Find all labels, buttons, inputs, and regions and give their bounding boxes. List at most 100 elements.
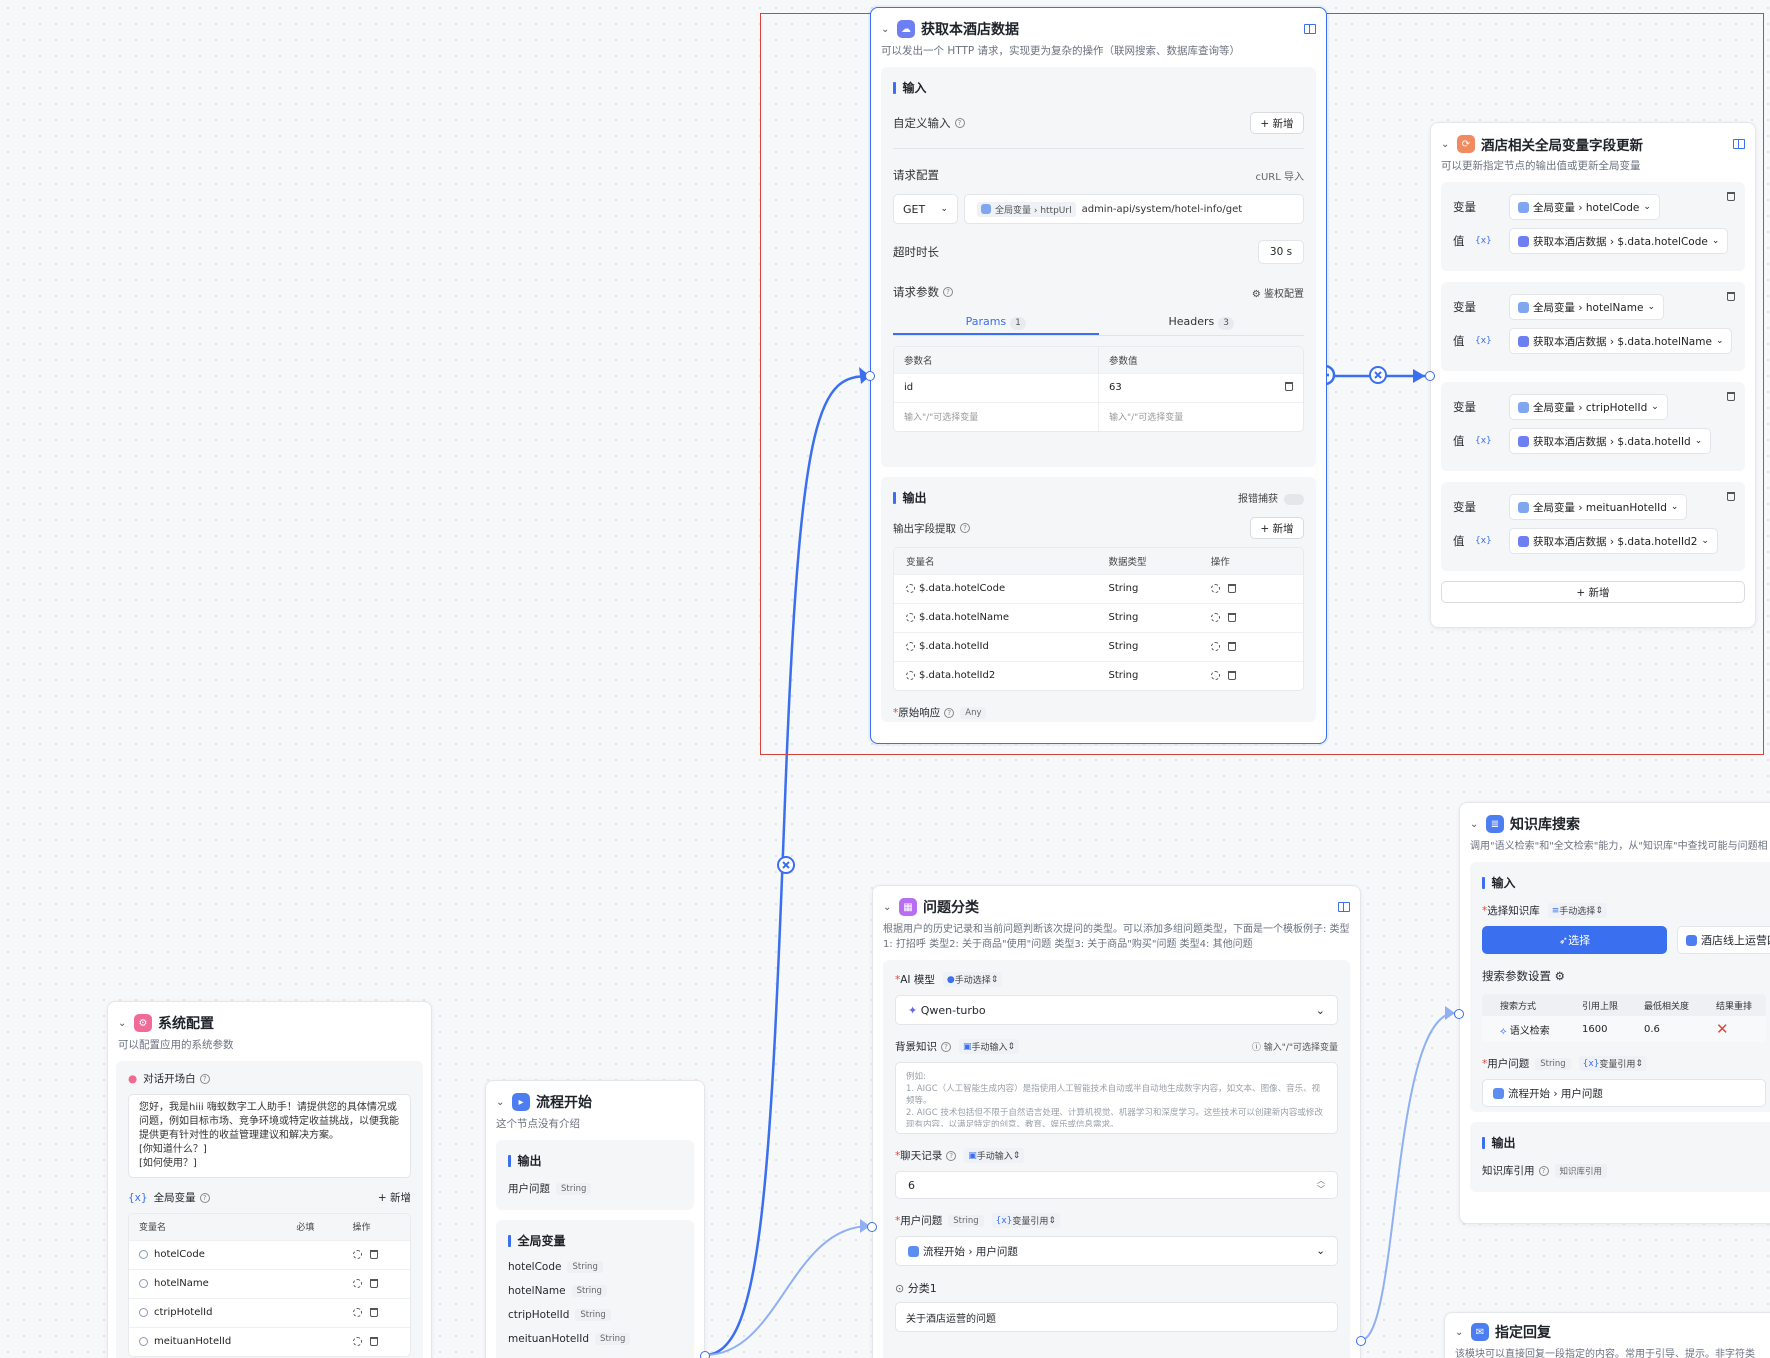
trash-icon[interactable] (1285, 382, 1293, 391)
input-handle[interactable] (865, 371, 875, 381)
collapse-icon[interactable]: ⌄ (118, 1018, 132, 1029)
settings-icon[interactable] (1210, 641, 1220, 651)
settings-icon[interactable] (352, 1249, 362, 1259)
add-button[interactable]: + 新增 (1250, 517, 1304, 539)
param-name-cell[interactable]: id (894, 372, 1099, 402)
var-select[interactable]: 全局变量 › ctripHotelId ⌄ (1509, 394, 1668, 420)
add-variable-button[interactable]: + 新增 (378, 1190, 411, 1205)
trash-icon[interactable] (369, 1336, 378, 1346)
collapse-icon[interactable]: ⌄ (1470, 819, 1484, 830)
kb-search-node[interactable]: ⌄ ≣ 知识库搜索 调用"语义检索"和"全文检索"能力，从"知识库"中查找可能与… (1454, 802, 1770, 1224)
help-icon[interactable]: ? (943, 287, 953, 297)
help-icon[interactable]: ? (199, 1192, 210, 1203)
question-select[interactable]: 流程开始 › 用户问题 (1482, 1079, 1766, 1107)
variable-icon[interactable]: {x} (1475, 336, 1509, 346)
trash-icon[interactable] (369, 1278, 378, 1288)
settings-icon[interactable] (352, 1278, 362, 1288)
input-handle[interactable] (1425, 371, 1435, 381)
question-mode-select[interactable]: {x} 变量引用 ⇕ (1578, 1056, 1647, 1071)
url-input[interactable]: 全局变量 › httpUrl admin-api/system/hotel-in… (964, 194, 1304, 224)
timeout-input[interactable]: 30 s (1258, 240, 1304, 264)
collapse-icon[interactable]: ⌄ (1441, 139, 1455, 150)
trash-icon[interactable] (1227, 670, 1236, 680)
add-button[interactable]: + 新增 (1441, 581, 1745, 603)
history-mode-select[interactable]: ▣ 手动输入 ⇕ (964, 1148, 1025, 1163)
collapse-icon[interactable]: ⌄ (881, 24, 895, 35)
book-icon[interactable] (1304, 24, 1316, 34)
question-mode-select[interactable]: {x} 变量引用 ⇕ (991, 1213, 1060, 1228)
output-handle[interactable] (1356, 1336, 1366, 1346)
history-input[interactable]: 6 ︿ ﹀ (895, 1171, 1338, 1199)
auth-config-button[interactable]: ⚙ 鉴权配置 (1252, 285, 1304, 300)
trash-icon[interactable] (1227, 612, 1236, 622)
trash-icon[interactable] (1727, 392, 1735, 401)
http-node[interactable]: ⌄ ☁ 获取本酒店数据 可以发出一个 HTTP 请求，实现更为复杂的操作（联网搜… (865, 7, 1327, 744)
model-mode-select[interactable]: ● 手动选择 ⇕ (942, 972, 1003, 987)
class1-textarea[interactable]: 关于酒店运营的问题 (895, 1302, 1338, 1332)
trash-icon[interactable] (369, 1249, 378, 1259)
value-select[interactable]: 获取本酒店数据 › $.data.hotelId ⌄ (1509, 428, 1712, 454)
book-icon[interactable] (1338, 902, 1350, 912)
collapse-icon[interactable]: ⌄ (496, 1097, 510, 1108)
var-select[interactable]: 全局变量 › hotelName ⌄ (1509, 294, 1664, 320)
reply-node[interactable]: ⌄ ✉ 指定回复 该模块可以直接回复一段指定的内容。常用于引导、提示。非字符类 (1444, 1312, 1770, 1358)
param-value-input[interactable]: 输入"/"可选择变量 (1098, 401, 1303, 431)
trash-icon[interactable] (369, 1307, 378, 1317)
help-icon[interactable]: ? (199, 1073, 210, 1084)
value-select[interactable]: 获取本酒店数据 › $.data.hotelName ⌄ (1509, 328, 1733, 354)
trash-icon[interactable] (1727, 492, 1735, 501)
help-icon[interactable]: ? (1538, 1165, 1549, 1176)
stepper-icon[interactable]: ︿ ﹀ (1317, 1176, 1325, 1194)
settings-icon[interactable] (352, 1336, 362, 1346)
background-mode-select[interactable]: ▣ 手动输入 ⇕ (959, 1039, 1020, 1054)
param-value-cell[interactable]: 63 (1098, 372, 1303, 402)
help-icon[interactable]: ? (944, 707, 955, 718)
gear-icon[interactable]: ⚙ (1551, 969, 1565, 983)
tab-headers[interactable]: Headers 3 (1099, 308, 1305, 335)
help-icon[interactable]: ? (946, 1150, 957, 1161)
input-handle[interactable] (1454, 1009, 1464, 1019)
kb-chip[interactable]: 酒店线上运营四 (1677, 926, 1770, 954)
trash-icon[interactable] (1727, 192, 1735, 201)
method-select[interactable]: GET ⌄ (893, 194, 958, 224)
classify-node[interactable]: ⌄ ▦ 问题分类 根据用户的历史记录和当前问题判断该次提问的类型。可以添加多组问… (867, 885, 1366, 1358)
help-icon[interactable]: ? (954, 118, 965, 128)
value-select[interactable]: 获取本酒店数据 › $.data.hotelCode ⌄ (1509, 228, 1729, 254)
output-handle[interactable] (700, 1351, 710, 1358)
model-select[interactable]: ✦ Qwen-turbo ⌄ (895, 995, 1338, 1025)
add-button[interactable]: + 新增 (1250, 112, 1304, 134)
trash-icon[interactable] (1727, 292, 1735, 301)
error-catch-toggle[interactable]: 报错捕获 (1238, 490, 1304, 505)
tab-params[interactable]: Params 1 (893, 308, 1099, 335)
collapse-icon[interactable]: ⌄ (883, 902, 897, 913)
help-icon[interactable]: ? (941, 1041, 951, 1052)
settings-icon[interactable] (1210, 612, 1220, 622)
variable-icon[interactable]: {x} (1475, 436, 1509, 446)
opening-textarea[interactable]: 您好，我是hiii 嗨蚁数字工人助手！请提供您的具体情况或问题，例如目标市场、竞… (128, 1094, 411, 1178)
system-config-node[interactable]: ⌄ ⚙ 系统配置 可以配置应用的系统参数 ● 对话开场白 ? 您好，我是hiii… (107, 1001, 432, 1358)
value-select[interactable]: 获取本酒店数据 › $.data.hotelId2 ⌄ (1509, 528, 1718, 554)
trash-icon[interactable] (1227, 641, 1236, 651)
curl-import-link[interactable]: cURL 导入 (1255, 168, 1304, 183)
settings-icon[interactable] (1210, 670, 1220, 680)
input-handle[interactable] (867, 1222, 877, 1232)
variable-icon[interactable]: {x} (1475, 236, 1509, 246)
collapse-icon[interactable]: ⌄ (1455, 1327, 1469, 1338)
toggle-switch[interactable] (1284, 493, 1304, 505)
trash-icon[interactable] (1227, 583, 1236, 593)
param-name-input[interactable]: 输入"/"可选择变量 (894, 401, 1099, 431)
var-select[interactable]: 全局变量 › meituanHotelId ⌄ (1509, 494, 1688, 520)
question-select[interactable]: 流程开始 › 用户问题 ⌄ (895, 1236, 1338, 1266)
var-select[interactable]: 全局变量 › hotelCode ⌄ (1509, 194, 1660, 220)
background-textarea[interactable]: 例如: 1. AIGC（人工智能生成内容）是指使用人工智能技术自动或半自动地生成… (895, 1062, 1338, 1134)
settings-icon[interactable] (1210, 583, 1220, 593)
variable-icon[interactable]: {x} (1475, 536, 1509, 546)
help-icon[interactable]: ? (960, 523, 970, 533)
drag-icon[interactable]: ⊙ (895, 1282, 908, 1295)
variable-update-node[interactable]: ⌄ ⟳ 酒店相关全局变量字段更新 可以更新指定节点的输出值或更新全局变量 变量 … (1425, 122, 1756, 628)
select-kb-button[interactable]: ➶ 选择 (1482, 926, 1667, 954)
book-icon[interactable] (1733, 139, 1745, 149)
settings-icon[interactable] (352, 1307, 362, 1317)
workflow-canvas[interactable]: ⌄ ☁ 获取本酒店数据 可以发出一个 HTTP 请求，实现更为复杂的操作（联网搜… (0, 0, 1770, 1358)
flow-start-node[interactable]: ⌄ ▸ 流程开始 这个节点没有介绍 输出 用户问题 String 全局变量 ho… (485, 1080, 710, 1358)
